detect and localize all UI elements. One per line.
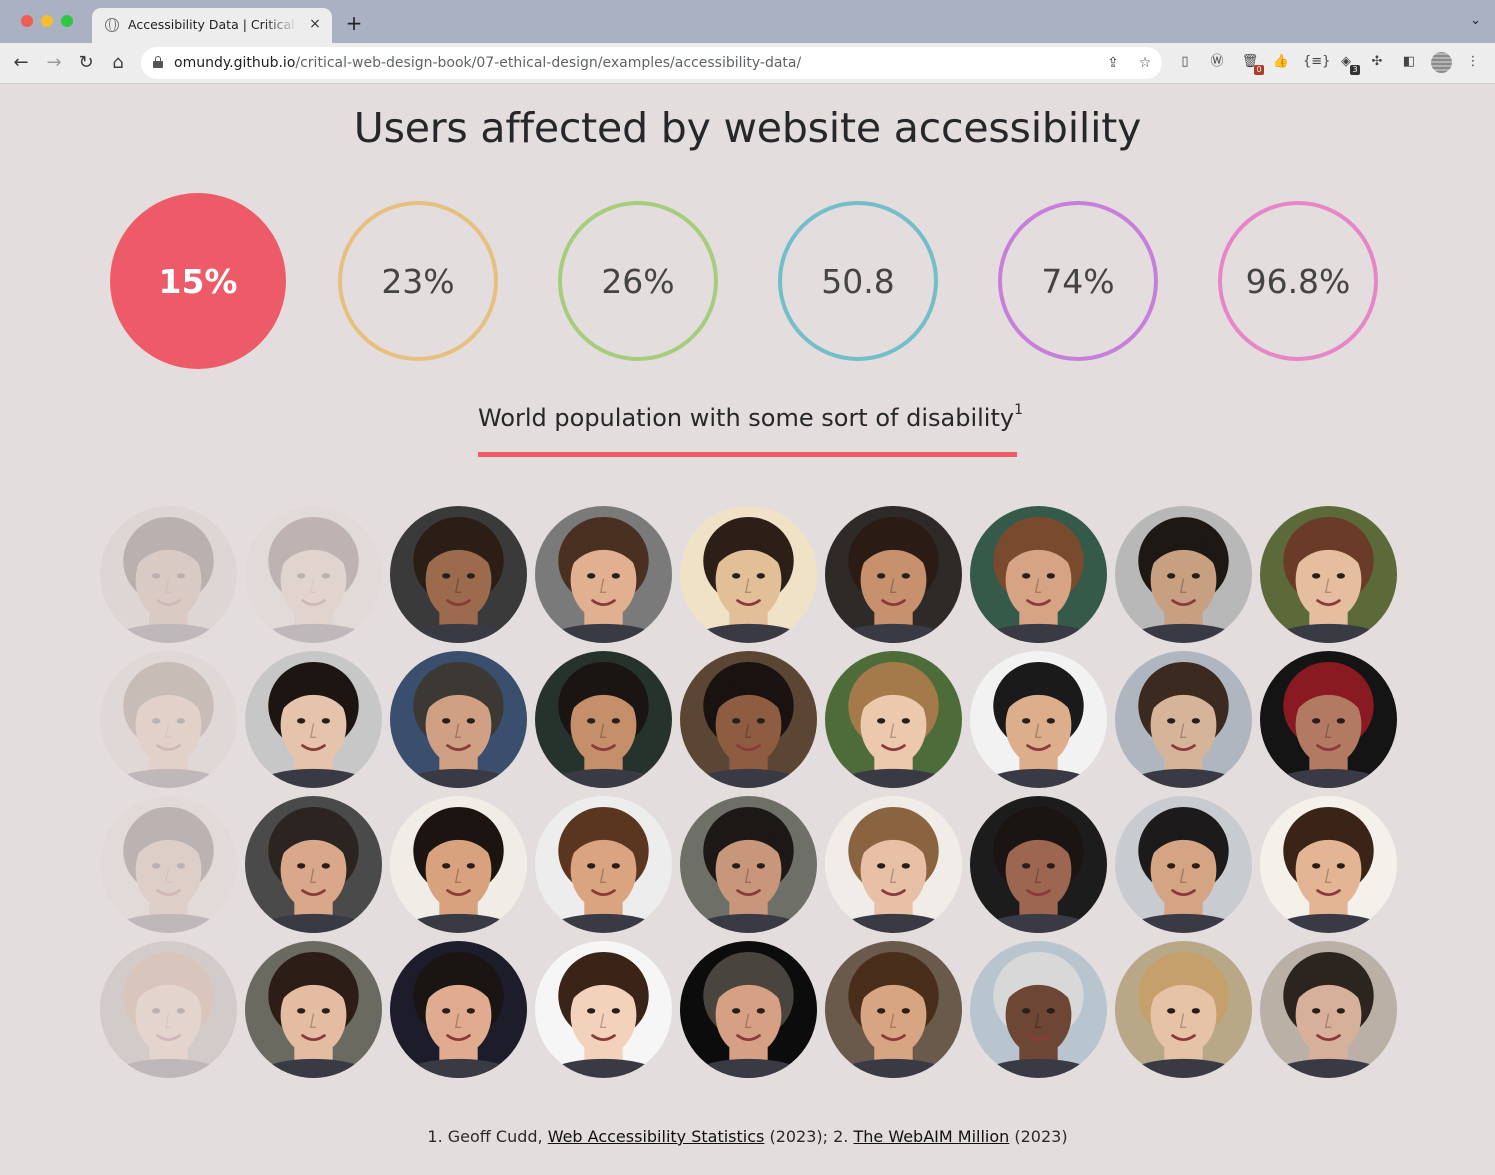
robot-badge: 3 xyxy=(1350,65,1360,75)
bookmark-star-icon[interactable]: ☆ xyxy=(1135,53,1155,73)
stat-circle-6[interactable]: 96.8% xyxy=(1218,201,1378,361)
person-avatar xyxy=(680,941,817,1078)
stats-row: 15% 23% 26% 50.8 74% 96.8% xyxy=(0,193,1495,369)
robot-icon[interactable]: ◈ 3 xyxy=(1336,52,1360,75)
person-avatar xyxy=(390,796,527,933)
person-avatar xyxy=(535,506,672,643)
profile-avatar[interactable] xyxy=(1431,52,1452,73)
tab-title: Accessibility Data | Critical Web Design xyxy=(128,17,298,32)
footnote-ref: 1 xyxy=(1014,402,1023,418)
person-avatar xyxy=(1115,506,1252,643)
minimize-window-button[interactable] xyxy=(41,15,53,27)
person-avatar xyxy=(680,506,817,643)
person-avatar xyxy=(245,941,382,1078)
person-avatar xyxy=(1260,506,1397,643)
person-avatar xyxy=(825,506,962,643)
person-avatar xyxy=(100,506,237,643)
faces-grid xyxy=(100,506,1397,1078)
person-avatar xyxy=(680,651,817,788)
person-avatar xyxy=(970,506,1107,643)
person-avatar xyxy=(825,651,962,788)
person-avatar xyxy=(970,651,1107,788)
stat-circle-1[interactable]: 15% xyxy=(110,193,286,369)
json-icon[interactable]: {≡} xyxy=(1303,52,1330,72)
zoom-window-button[interactable] xyxy=(61,15,73,27)
person-avatar xyxy=(970,796,1107,933)
person-avatar xyxy=(245,796,382,933)
stat-circle-2[interactable]: 23% xyxy=(338,201,498,361)
person-avatar xyxy=(100,941,237,1078)
person-avatar xyxy=(390,506,527,643)
sidebar-icon[interactable]: ◧ xyxy=(1399,52,1419,72)
person-avatar xyxy=(535,941,672,1078)
home-button[interactable]: ⌂ xyxy=(106,51,130,75)
person-avatar xyxy=(1260,796,1397,933)
menu-icon[interactable]: ⋮ xyxy=(1463,52,1483,72)
person-avatar xyxy=(100,796,237,933)
tab-strip: Accessibility Data | Critical Web Design… xyxy=(0,0,1495,43)
wordpress-icon[interactable]: Ⓦ xyxy=(1207,52,1227,72)
share-icon[interactable]: ⇪ xyxy=(1103,53,1123,73)
caption-underline xyxy=(478,452,1017,457)
tab-search-button[interactable]: ⌄ xyxy=(1470,13,1481,28)
person-avatar xyxy=(1115,941,1252,1078)
footnotes: 1. Geoff Cudd, Web Accessibility Statist… xyxy=(427,1127,1068,1146)
person-avatar xyxy=(825,941,962,1078)
person-avatar xyxy=(1260,941,1397,1078)
stat-circle-5[interactable]: 74% xyxy=(998,201,1158,361)
puzzle-icon[interactable]: ✣ xyxy=(1367,52,1387,72)
active-tab[interactable]: Accessibility Data | Critical Web Design… xyxy=(92,8,332,43)
person-avatar xyxy=(390,941,527,1078)
person-avatar xyxy=(390,651,527,788)
person-avatar xyxy=(1115,651,1252,788)
person-avatar xyxy=(825,796,962,933)
page-title: Users affected by website accessibility xyxy=(353,104,1142,152)
thumbs-up-icon[interactable]: 👍 xyxy=(1271,52,1291,72)
person-avatar xyxy=(970,941,1107,1078)
web-accessibility-statistics-link[interactable]: Web Accessibility Statistics xyxy=(548,1127,765,1146)
browser-chrome: Accessibility Data | Critical Web Design… xyxy=(0,0,1495,84)
person-avatar xyxy=(1260,651,1397,788)
stat-circle-3[interactable]: 26% xyxy=(558,201,718,361)
person-avatar xyxy=(245,651,382,788)
webaim-million-link[interactable]: The WebAIM Million xyxy=(853,1127,1009,1146)
stat-circle-4[interactable]: 50.8 xyxy=(778,201,938,361)
globe-icon xyxy=(105,18,119,32)
lock-icon[interactable] xyxy=(153,56,163,68)
forward-button[interactable]: → xyxy=(42,51,66,75)
url-text[interactable]: omundy.github.io/critical-web-design-boo… xyxy=(174,55,801,71)
trash-icon[interactable]: 🗑 0 xyxy=(1240,52,1264,75)
close-window-button[interactable] xyxy=(21,15,33,27)
tab-close-button[interactable]: × xyxy=(306,15,324,33)
new-tab-button[interactable]: + xyxy=(343,12,365,34)
person-avatar xyxy=(100,651,237,788)
person-avatar xyxy=(535,651,672,788)
person-avatar xyxy=(1115,796,1252,933)
person-avatar xyxy=(535,796,672,933)
address-bar[interactable]: omundy.github.io/critical-web-design-boo… xyxy=(141,47,1162,79)
reload-button[interactable]: ↻ xyxy=(74,51,98,75)
person-avatar xyxy=(680,796,817,933)
page-icon[interactable]: ▯ xyxy=(1175,52,1195,72)
back-button[interactable]: ← xyxy=(9,51,33,75)
person-avatar xyxy=(245,506,382,643)
trash-badge: 0 xyxy=(1254,65,1264,75)
stat-caption: World population with some sort of disab… xyxy=(478,402,1023,432)
